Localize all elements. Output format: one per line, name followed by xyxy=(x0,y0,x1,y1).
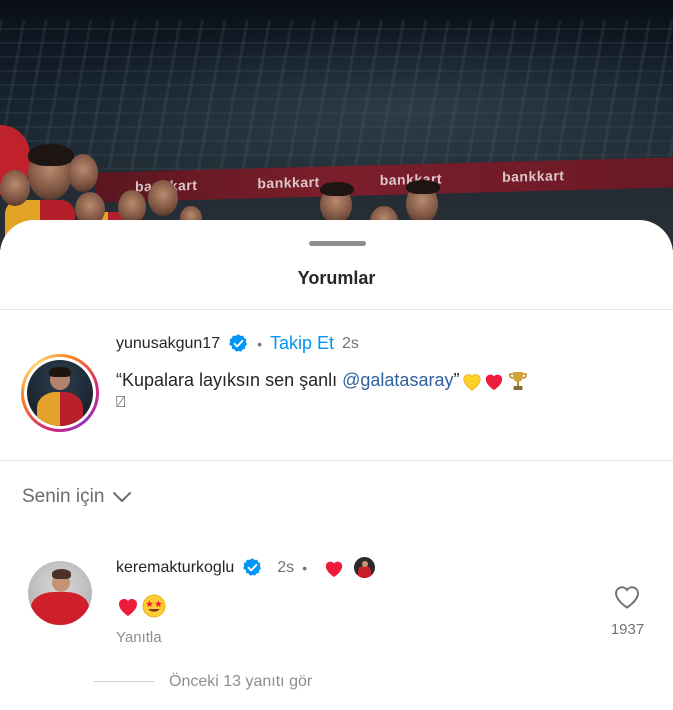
separator-dot: • xyxy=(302,559,308,576)
caption-divider xyxy=(0,460,673,461)
comment-timestamp: 2s xyxy=(277,558,295,576)
background-photo: bankkartbankkartbankkartbankkart xyxy=(0,0,673,250)
creator-liked-avatar xyxy=(353,556,377,579)
caption-extra-glyph: ⍁ xyxy=(116,394,126,411)
red-heart-icon xyxy=(119,599,137,616)
caption-timestamp: 2s xyxy=(342,334,359,352)
like-heart-icon[interactable] xyxy=(613,584,641,610)
red-heart-icon xyxy=(486,374,503,391)
trophy-icon xyxy=(509,372,528,391)
follow-button[interactable]: Takip Et xyxy=(270,333,334,354)
header-divider xyxy=(0,309,673,310)
chevron-down-icon xyxy=(113,492,132,502)
creator-liked-heart-icon xyxy=(325,561,343,577)
yellow-heart-icon xyxy=(463,374,482,391)
like-count: 1937 xyxy=(610,621,645,638)
verified-badge-icon xyxy=(229,334,248,352)
mention-link[interactable]: @galatasaray xyxy=(342,370,453,390)
replies-line xyxy=(94,681,154,682)
caption-text: “Kupalara layıksın sen şanlı @galatasara… xyxy=(116,370,528,392)
sort-label: Senin için xyxy=(22,486,105,507)
star-struck-icon xyxy=(142,594,166,618)
comment-author-avatar[interactable] xyxy=(28,561,92,625)
comment-username[interactable]: keremakturkoglu xyxy=(116,559,234,577)
comment-text xyxy=(116,594,166,618)
separator-dot: • xyxy=(257,335,262,352)
view-previous-replies-button[interactable]: Önceki 13 yanıtı gör xyxy=(169,673,312,691)
comments-sheet: Yorumlar yunusakgun17 • Takip Et 2s “Kup… xyxy=(0,220,673,710)
sheet-title: Yorumlar xyxy=(297,268,376,288)
verified-badge-icon xyxy=(243,558,262,576)
caption-username[interactable]: yunusakgun17 xyxy=(116,335,220,353)
caption-author-avatar[interactable] xyxy=(21,354,99,432)
reply-button[interactable]: Yanıtla xyxy=(116,629,162,646)
comment-header: keremakturkoglu 2s • xyxy=(116,556,377,579)
caption-header: yunusakgun17 • Takip Et 2s xyxy=(116,333,359,354)
sheet-grabber-handle[interactable] xyxy=(309,241,366,246)
sort-selector[interactable]: Senin için xyxy=(22,486,132,508)
